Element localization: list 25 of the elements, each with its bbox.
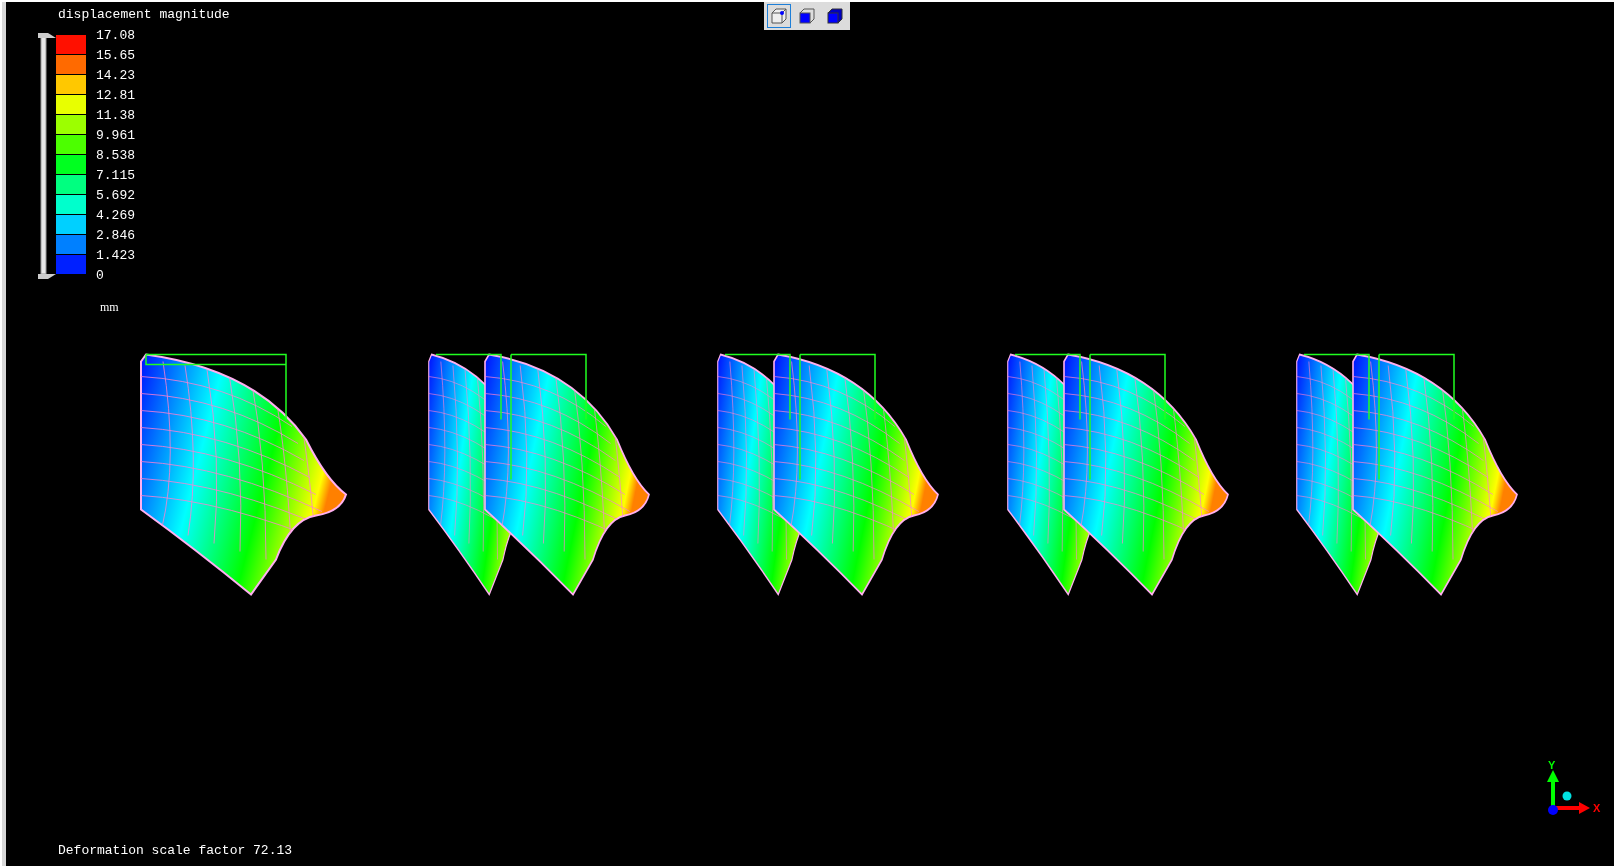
legend-value: 11.38 [96,107,135,125]
x-axis-label: X [1593,802,1601,814]
legend-value: 8.538 [96,147,135,165]
legend-value: 15.65 [96,47,135,65]
origin-dot-icon [1548,805,1558,815]
legend-value: 14.23 [96,67,135,85]
legend-value: 2.846 [96,227,135,245]
legend-title: displacement magnitude [58,7,231,23]
legend-value: 7.115 [96,167,135,185]
legend-value: 0 [96,267,105,285]
solid-cube-icon [826,7,844,25]
scale-factor-text: Deformation scale factor 72.13 [58,843,294,858]
z-axis-dot-icon [1562,791,1572,801]
legend-value: 5.692 [96,187,135,205]
unit-label: mm [100,300,120,315]
legend-value: 17.08 [96,27,135,45]
cube-front-face-icon [798,7,816,25]
legend-value: 9.961 [96,127,135,145]
y-axis-label: Y [1548,760,1556,771]
legend-value: 4.269 [96,207,135,225]
view-mode-button[interactable] [767,4,791,28]
legend-value: 1.423 [96,247,135,265]
legend-value: 12.81 [96,87,135,105]
3d-viewport[interactable]: displacement magnitude 17.08 15.65 14.23 12.81 11.38 9.961 8.538 7.115 5.692 4.269 2.846 1.423 0 mm Deformation scale factor 72.13 Y X [2,2,1614,866]
wireframe-cube-icon [770,7,788,25]
